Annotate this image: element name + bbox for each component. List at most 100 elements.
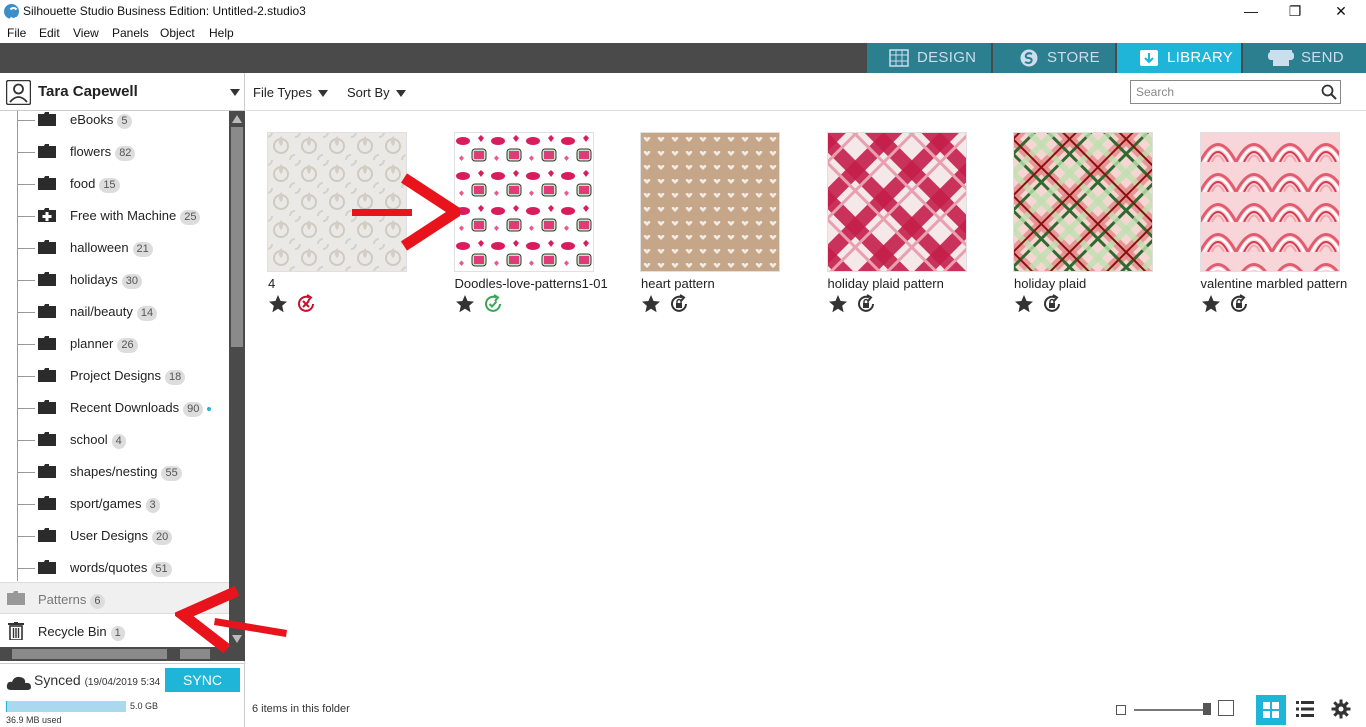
sidebar-item-folder[interactable]: nail/beauty 14 bbox=[0, 296, 229, 328]
sidebar-item-label: User Designs bbox=[70, 528, 149, 543]
folder-icon bbox=[38, 400, 56, 414]
count-badge: 1 bbox=[110, 626, 125, 641]
star-icon[interactable] bbox=[455, 294, 475, 314]
scrollbar-thumb-secondary[interactable] bbox=[180, 649, 210, 659]
star-icon[interactable] bbox=[1014, 294, 1034, 314]
sidebar-item-folder[interactable]: school 4 bbox=[0, 424, 229, 456]
sidebar-item-label: Recent Downloads bbox=[70, 400, 180, 415]
tab-design[interactable]: DESIGN bbox=[867, 43, 991, 73]
tree-connector-line bbox=[17, 280, 35, 281]
sidebar-item-folder[interactable]: food 15 bbox=[0, 168, 229, 200]
sidebar-vertical-scrollbar[interactable] bbox=[229, 111, 245, 647]
sync-date: (19/04/2019 5:34 bbox=[84, 677, 161, 688]
sidebar-item-folder[interactable]: words/quotes 51 bbox=[0, 552, 229, 581]
pattern-thumbnail[interactable] bbox=[826, 132, 967, 272]
thumbnail-size-slider[interactable] bbox=[1134, 709, 1204, 711]
pattern-thumbnail[interactable] bbox=[453, 132, 594, 272]
pattern-thumbnail[interactable] bbox=[640, 132, 780, 272]
star-icon[interactable] bbox=[828, 294, 848, 314]
star-icon[interactable] bbox=[641, 294, 661, 314]
tab-store[interactable]: STORE bbox=[993, 43, 1115, 73]
chevron-down-icon[interactable] bbox=[230, 89, 240, 96]
user-name: Tara Capewell bbox=[38, 83, 138, 100]
menu-edit[interactable]: Edit bbox=[39, 26, 60, 40]
tree-connector-line bbox=[17, 504, 35, 505]
library-item-card[interactable]: heart pattern bbox=[619, 132, 799, 322]
menu-file[interactable]: File bbox=[7, 26, 26, 40]
sidebar-item-folder[interactable]: User Designs 20 bbox=[0, 520, 229, 552]
sidebar-item-folder[interactable]: flowers 82 bbox=[0, 136, 229, 168]
sidebar-item-folder[interactable]: halloween 21 bbox=[0, 232, 229, 264]
sidebar-horizontal-scrollbar[interactable] bbox=[0, 647, 245, 661]
sidebar-item-recycle-bin[interactable]: Recycle Bin 1 bbox=[0, 615, 229, 647]
folder-icon bbox=[38, 144, 56, 158]
sync-button[interactable]: SYNC bbox=[165, 668, 240, 692]
file-types-dropdown[interactable]: File Types bbox=[253, 85, 329, 100]
sidebar-item-folder[interactable]: planner 26 bbox=[0, 328, 229, 360]
slider-handle[interactable] bbox=[1203, 703, 1211, 715]
library-item-card[interactable]: 4 bbox=[246, 132, 426, 322]
gear-icon[interactable] bbox=[1331, 699, 1351, 719]
minimize-button[interactable]: — bbox=[1228, 0, 1274, 23]
library-item-grid: 4 Doodles-love-patterns1-01 heart pattern h… bbox=[246, 111, 1366, 691]
pattern-thumbnail[interactable] bbox=[267, 132, 407, 272]
sidebar-item-folder[interactable]: holidays 30 bbox=[0, 264, 229, 296]
search-icon[interactable] bbox=[1321, 84, 1337, 100]
scrollbar-thumb[interactable] bbox=[231, 127, 243, 347]
library-item-card[interactable]: Doodles-love-patterns1-01 bbox=[433, 132, 613, 322]
folder-icon bbox=[7, 591, 25, 605]
star-icon[interactable] bbox=[268, 294, 288, 314]
star-icon[interactable] bbox=[1201, 294, 1221, 314]
menu-help[interactable]: Help bbox=[209, 26, 234, 40]
sidebar-item-folder[interactable]: Free with Machine 25 bbox=[0, 200, 229, 232]
sync-error-icon[interactable] bbox=[296, 294, 316, 314]
library-sidebar: Tara Capewell eBooks 5 flowers 82 food 15 Free… bbox=[0, 73, 245, 727]
tab-library[interactable]: LIBRARY bbox=[1117, 43, 1241, 73]
locked-sync-icon[interactable] bbox=[856, 294, 876, 314]
count-badge: 4 bbox=[111, 434, 126, 449]
sync-ok-icon[interactable] bbox=[483, 294, 503, 314]
scroll-up-icon[interactable] bbox=[232, 115, 242, 123]
tab-send[interactable]: SEND bbox=[1243, 43, 1366, 73]
user-icon bbox=[6, 80, 31, 105]
library-item-card[interactable]: holiday plaid bbox=[992, 132, 1172, 322]
locked-sync-icon[interactable] bbox=[1229, 294, 1249, 314]
sidebar-item-patterns[interactable]: Patterns 6 bbox=[0, 582, 229, 614]
pattern-thumbnail[interactable] bbox=[1013, 132, 1153, 272]
search-input[interactable] bbox=[1130, 80, 1341, 104]
grid-view-icon[interactable] bbox=[1256, 695, 1286, 725]
sidebar-item-folder[interactable]: eBooks 5 bbox=[0, 111, 229, 136]
pattern-thumbnail[interactable] bbox=[1199, 132, 1340, 272]
menu-view[interactable]: View bbox=[73, 26, 99, 40]
sync-panel: Synced (19/04/2019 5:34 SYNC 5.0 GB 36.9… bbox=[0, 663, 245, 727]
count-badge: 21 bbox=[132, 242, 153, 257]
menu-object[interactable]: Object bbox=[160, 26, 195, 40]
user-account-selector[interactable]: Tara Capewell bbox=[0, 73, 245, 111]
tree-connector-line bbox=[17, 216, 35, 217]
menu-panels[interactable]: Panels bbox=[112, 26, 149, 40]
close-button[interactable]: ✕ bbox=[1318, 0, 1364, 23]
locked-sync-icon[interactable] bbox=[669, 294, 689, 314]
locked-sync-icon[interactable] bbox=[1042, 294, 1062, 314]
list-view-icon[interactable] bbox=[1296, 700, 1314, 718]
folder-icon bbox=[38, 560, 56, 574]
store-icon bbox=[1020, 49, 1038, 67]
sort-by-dropdown[interactable]: Sort By bbox=[347, 85, 406, 100]
maximize-button[interactable]: ❐ bbox=[1272, 0, 1318, 23]
count-badge: 18 bbox=[165, 370, 186, 385]
library-item-card[interactable]: valentine marbled pattern bbox=[1179, 132, 1359, 322]
item-name: 4 bbox=[268, 276, 276, 291]
sidebar-item-folder[interactable]: Project Designs 18 bbox=[0, 360, 229, 392]
sidebar-item-folder[interactable]: sport/games 3 bbox=[0, 488, 229, 520]
tree-connector-line bbox=[17, 568, 35, 569]
scrollbar-thumb[interactable] bbox=[12, 649, 167, 659]
sidebar-item-folder[interactable]: Recent Downloads 90 bbox=[0, 392, 229, 424]
tree-connector-line bbox=[17, 472, 35, 473]
sidebar-item-label: nail/beauty bbox=[70, 304, 133, 319]
folder-icon bbox=[38, 304, 56, 318]
folder-icon bbox=[38, 240, 56, 254]
library-item-card[interactable]: holiday plaid pattern bbox=[806, 132, 986, 322]
sidebar-item-folder[interactable]: shapes/nesting 55 bbox=[0, 456, 229, 488]
tree-connector-line bbox=[17, 344, 35, 345]
scroll-down-icon[interactable] bbox=[232, 635, 242, 643]
